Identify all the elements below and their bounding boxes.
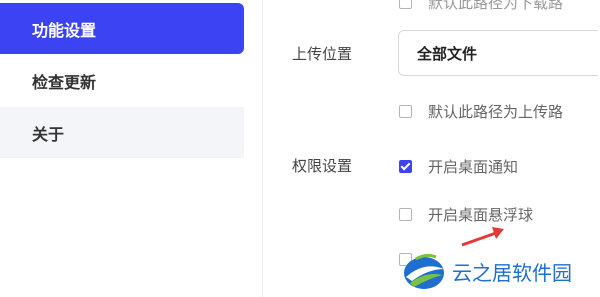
red-arrow-annotation	[461, 227, 504, 247]
desktop-notification-option[interactable]: 开启桌面通知	[399, 156, 518, 177]
default-upload-path-option[interactable]: 默认此路径为上传路	[399, 101, 563, 122]
desktop-notification-label: 开启桌面通知	[428, 158, 519, 176]
panel-divider	[262, 0, 263, 297]
sidebar-item-feature-settings[interactable]: 功能设置	[0, 3, 244, 54]
sidebar-item-about[interactable]: 关于	[0, 107, 244, 158]
default-upload-path-label: 默认此路径为上传路	[428, 103, 564, 121]
default-download-path-label: 默认此路径为下载路	[428, 0, 564, 12]
upload-location-label: 上传位置	[292, 45, 353, 63]
sidebar: 功能设置 检查更新 关于	[0, 0, 244, 297]
upload-location-select[interactable]: 全部文件	[398, 30, 598, 76]
sidebar-item-label: 检查更新	[32, 72, 97, 92]
sidebar-item-label: 关于	[32, 124, 65, 144]
default-download-path-option[interactable]: 默认此路径为下载路	[399, 0, 563, 13]
desktop-notification-checkbox[interactable]	[399, 160, 412, 173]
floating-ball-checkbox[interactable]	[399, 208, 412, 221]
permission-settings-label: 权限设置	[292, 157, 353, 175]
floating-ball-label: 开启桌面悬浮球	[428, 206, 534, 224]
default-download-path-checkbox[interactable]	[399, 0, 412, 9]
default-upload-path-checkbox[interactable]	[399, 105, 412, 118]
watermark-logo-icon	[404, 253, 444, 289]
sidebar-item-label: 功能设置	[32, 20, 97, 40]
upload-location-value: 全部文件	[417, 44, 478, 63]
floating-ball-option[interactable]: 开启桌面悬浮球	[399, 204, 533, 225]
sidebar-item-check-updates[interactable]: 检查更新	[0, 55, 244, 106]
watermark-text: 云之居软件园	[452, 260, 572, 285]
watermark: 云之居软件园	[398, 245, 600, 297]
